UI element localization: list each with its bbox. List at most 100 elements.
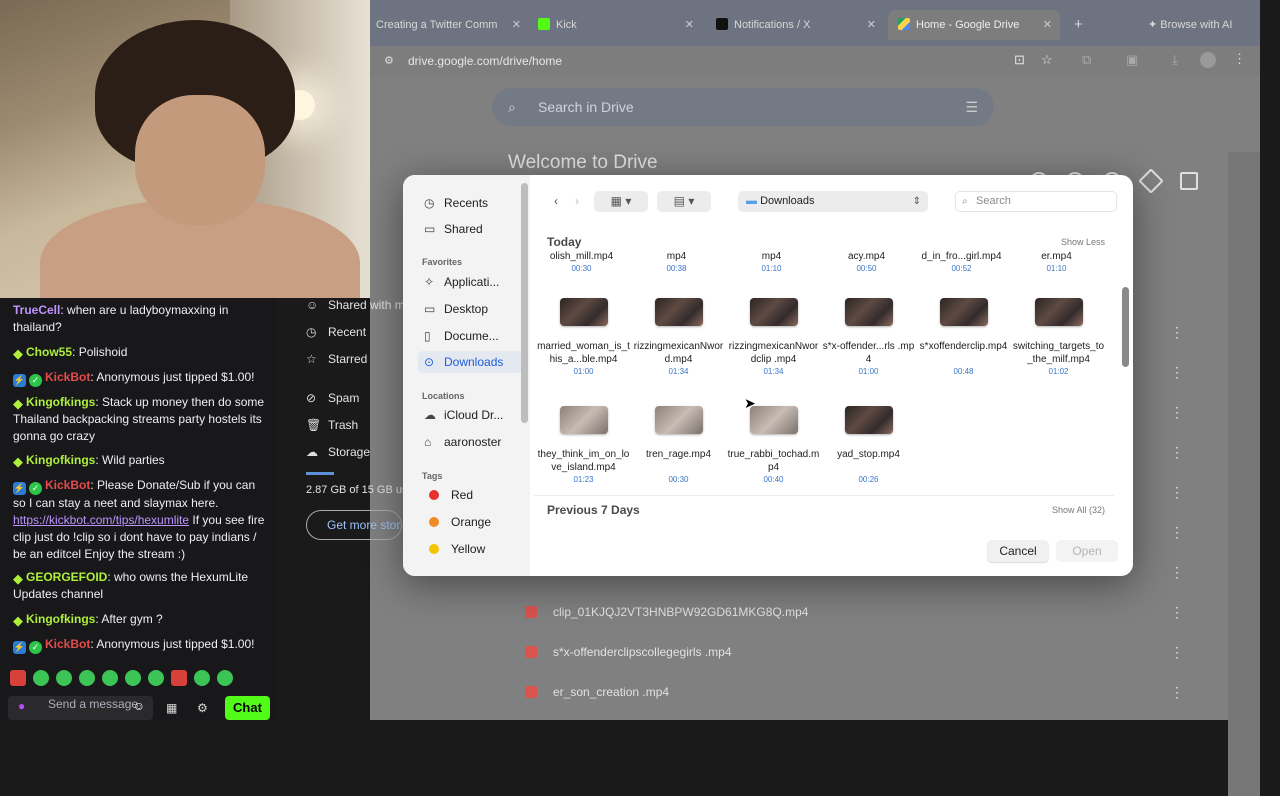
file-item[interactable]: s*xoffenderclip.mp4 00:48 [916, 298, 1011, 377]
file-item[interactable]: switching_targets_to_the_milf.mp4 01:02 [1011, 298, 1106, 377]
sidebar-item-icloud[interactable]: ☁ iCloud Dr... [418, 404, 524, 426]
more-options-icon[interactable]: ⋮ [1170, 444, 1184, 461]
chat-username[interactable]: Kingofkings [26, 612, 95, 626]
nav-recent[interactable]: ◷ Recent [306, 325, 366, 339]
drive-search-input[interactable]: ⌕ Search in Drive ☰ [492, 88, 994, 126]
download-icon[interactable]: ⤓ [1172, 52, 1178, 68]
more-options-icon[interactable]: ⋮ [1170, 604, 1184, 621]
more-options-icon[interactable]: ⋮ [1170, 484, 1184, 501]
extension-icon[interactable]: ⧉ [1082, 52, 1091, 68]
menu-icon[interactable]: ⋮ [1233, 51, 1246, 67]
grid-scrollbar[interactable] [1122, 287, 1129, 367]
close-icon[interactable]: ✕ [867, 10, 876, 40]
emote-icon[interactable] [56, 670, 72, 686]
nav-starred[interactable]: ☆ Starred [306, 352, 367, 366]
emote-icon[interactable] [125, 670, 141, 686]
chat-username[interactable]: KickBot [45, 478, 90, 492]
chat-username[interactable]: KickBot [45, 637, 90, 651]
more-options-icon[interactable]: ⋮ [1170, 404, 1184, 421]
browse-ai-button[interactable]: ✦ Browse with AI [1148, 10, 1258, 40]
emote-icon[interactable] [33, 670, 49, 686]
emote-icon[interactable] [102, 670, 118, 686]
new-tab-icon[interactable]: + [1074, 10, 1088, 40]
gear-icon[interactable]: ⚙ [197, 700, 208, 717]
file-item[interactable]: er.mp4 01:10 [1009, 250, 1104, 274]
chat-username[interactable]: Chow55 [26, 345, 72, 359]
chat-username[interactable]: KickBot [45, 370, 90, 384]
nav-trash[interactable]: 🗑 Trash [306, 418, 358, 432]
chat-username[interactable]: Kingofkings [26, 395, 95, 409]
emoji-icon[interactable]: ☺ [133, 700, 145, 712]
emote-icon[interactable] [79, 670, 95, 686]
tab-twitter-community[interactable]: Creating a Twitter Comm ✕ [376, 10, 521, 40]
file-item[interactable]: they_think_im_on_love_island.mp4 01:23 [536, 406, 631, 485]
sidebar-item-documents[interactable]: ▯ Docume... [418, 325, 524, 347]
nav-shared-with-me[interactable]: ☺ Shared with me [306, 298, 411, 312]
sidebar-item-home[interactable]: ⌂ aaronoster [418, 431, 524, 453]
show-less-link[interactable]: Show Less [1061, 237, 1105, 247]
file-item[interactable]: rizzingmexicanNword.mp4 01:34 [631, 298, 726, 377]
file-item[interactable]: mp4 01:10 [724, 250, 819, 274]
file-row[interactable]: clip_01KJQJ2VT3HNBPW92GD61MKG8Q.mp4 [525, 605, 808, 619]
file-item[interactable]: olish_mill.mp4 00:30 [534, 250, 629, 274]
site-info-icon[interactable]: ⚙ [384, 54, 394, 67]
chat-input[interactable]: ● Send a message ☺ [8, 696, 153, 720]
install-icon[interactable]: ⊡ [1014, 52, 1025, 68]
more-options-icon[interactable]: ⋮ [1170, 364, 1184, 381]
more-options-icon[interactable]: ⋮ [1170, 644, 1184, 661]
more-options-icon[interactable]: ⋮ [1170, 324, 1184, 341]
mic-icon[interactable]: ● [18, 700, 25, 712]
tab-kick[interactable]: Kick ✕ [538, 10, 694, 40]
file-item[interactable]: s*x-offender...rls .mp4 01:00 [821, 298, 916, 377]
profile-avatar[interactable] [1200, 52, 1216, 68]
location-popup[interactable]: ▬ Downloads ⇕ [738, 191, 928, 212]
sidebar-item-recents[interactable]: ◷ Recents [418, 192, 524, 214]
tab-notifications-x[interactable]: Notifications / X ✕ [716, 10, 876, 40]
sidebar-item-downloads[interactable]: ⊙ Downloads [418, 351, 524, 373]
sidebar-scrollbar[interactable] [521, 183, 528, 423]
tab-google-drive[interactable]: Home - Google Drive ✕ [888, 10, 1060, 40]
apps-grid-icon[interactable] [1180, 172, 1198, 190]
emote-icon[interactable] [10, 670, 26, 686]
more-options-icon[interactable]: ⋮ [1170, 684, 1184, 701]
sidebar-icon[interactable]: ▣ [1126, 52, 1138, 68]
more-options-icon[interactable]: ⋮ [1170, 524, 1184, 541]
back-button[interactable]: ‹ [548, 191, 564, 212]
gemini-icon[interactable] [1138, 168, 1164, 194]
open-button[interactable]: Open [1056, 540, 1118, 562]
file-item[interactable]: rizzingmexicanNwordclip .mp4 01:34 [726, 298, 821, 377]
nav-spam[interactable]: ⊘ Spam [306, 391, 359, 405]
show-all-link[interactable]: Show All (32) [1052, 505, 1105, 515]
file-item[interactable]: acy.mp4 00:50 [819, 250, 914, 274]
group-button[interactable]: ▤ ▾ [657, 191, 711, 212]
tip-link[interactable]: https://kickbot.com/tips/hexumlite [13, 513, 189, 527]
file-row[interactable]: er_son_creation .mp4 [525, 685, 669, 699]
file-item[interactable]: yad_stop.mp4 00:26 [821, 406, 916, 485]
close-icon[interactable]: ✕ [512, 10, 521, 40]
sidebar-item-applications[interactable]: ✧ Applicati... [418, 271, 524, 293]
sidebar-tag-yellow[interactable]: Yellow [418, 538, 524, 560]
url-text[interactable]: drive.google.com/drive/home [408, 54, 562, 68]
file-item[interactable]: tren_rage.mp4 00:30 [631, 406, 726, 485]
file-item[interactable]: d_in_fro...girl.mp4 00:52 [914, 250, 1009, 274]
address-bar[interactable]: ⚙ drive.google.com/drive/home ⊡ ☆ ⧉ ▣ ⤓ … [370, 46, 1260, 76]
file-item[interactable]: true_rabbi_tochad.mp4 00:40 [726, 406, 821, 485]
icon-view-button[interactable]: ▦ ▾ [594, 191, 648, 212]
close-icon[interactable]: ✕ [1043, 10, 1052, 40]
store-icon[interactable]: ▦ [166, 700, 177, 717]
chat-send-button[interactable]: Chat [225, 696, 270, 720]
filter-icon[interactable]: ☰ [965, 88, 978, 126]
dialog-search-input[interactable]: ⌕ Search [955, 191, 1117, 212]
sidebar-item-desktop[interactable]: ▭ Desktop [418, 298, 524, 320]
emote-icon[interactable] [148, 670, 164, 686]
close-icon[interactable]: ✕ [685, 10, 694, 40]
get-more-storage-button[interactable]: Get more storage [306, 510, 402, 540]
star-icon[interactable]: ☆ [1041, 52, 1053, 68]
nav-storage[interactable]: ☁ Storage [306, 445, 370, 459]
file-item[interactable]: mp4 00:38 [629, 250, 724, 274]
emote-icon[interactable] [217, 670, 233, 686]
chat-username[interactable]: GEORGEFOID [26, 570, 107, 584]
sidebar-item-shared[interactable]: ▭ Shared [418, 218, 524, 240]
file-row[interactable]: s*x-offenderclipscollegegirls .mp4 [525, 645, 732, 659]
emote-icon[interactable] [171, 670, 187, 686]
